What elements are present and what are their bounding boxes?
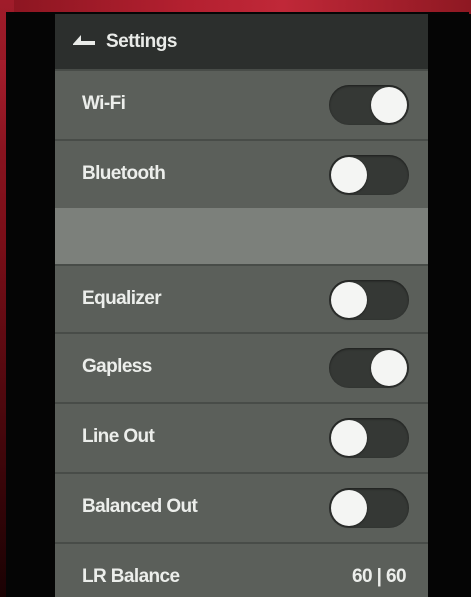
setting-row-line-out[interactable]: Line Out [55, 402, 428, 470]
page-title[interactable]: Settings [106, 31, 177, 53]
setting-label: Gapless [82, 356, 152, 377]
equalizer-toggle[interactable] [329, 280, 409, 320]
setting-row-balanced-out[interactable]: Balanced Out [55, 472, 428, 540]
setting-row-lr-balance[interactable]: LR Balance 60 | 60 [55, 542, 428, 597]
toggle-knob [371, 350, 407, 386]
setting-label: Bluetooth [82, 163, 166, 184]
settings-screen: Settings Wi-Fi Bluetooth Equalizer Gaple… [55, 14, 428, 597]
setting-row-wifi[interactable]: Wi-Fi [55, 69, 428, 137]
balanced-out-toggle[interactable] [329, 488, 409, 528]
wifi-toggle[interactable] [329, 85, 409, 125]
setting-row-gapless[interactable]: Gapless [55, 332, 428, 400]
setting-row-equalizer[interactable]: Equalizer [55, 264, 428, 332]
setting-label: Equalizer [82, 288, 162, 309]
toggle-knob [331, 420, 367, 456]
toggle-knob [331, 282, 367, 318]
toggle-knob [331, 490, 367, 526]
setting-label: LR Balance [82, 566, 180, 587]
setting-label: Wi-Fi [82, 93, 126, 114]
setting-label: Line Out [82, 426, 155, 447]
setting-label: Balanced Out [82, 496, 198, 517]
back-arrow-icon[interactable] [71, 32, 97, 48]
toggle-knob [331, 157, 367, 193]
section-divider [55, 208, 428, 264]
settings-header: Settings [55, 14, 428, 69]
toggle-knob [371, 87, 407, 123]
lr-balance-value: 60 | 60 [352, 566, 407, 587]
bluetooth-toggle[interactable] [329, 155, 409, 195]
line-out-toggle[interactable] [329, 418, 409, 458]
gapless-toggle[interactable] [329, 348, 409, 388]
setting-row-bluetooth[interactable]: Bluetooth [55, 139, 428, 207]
